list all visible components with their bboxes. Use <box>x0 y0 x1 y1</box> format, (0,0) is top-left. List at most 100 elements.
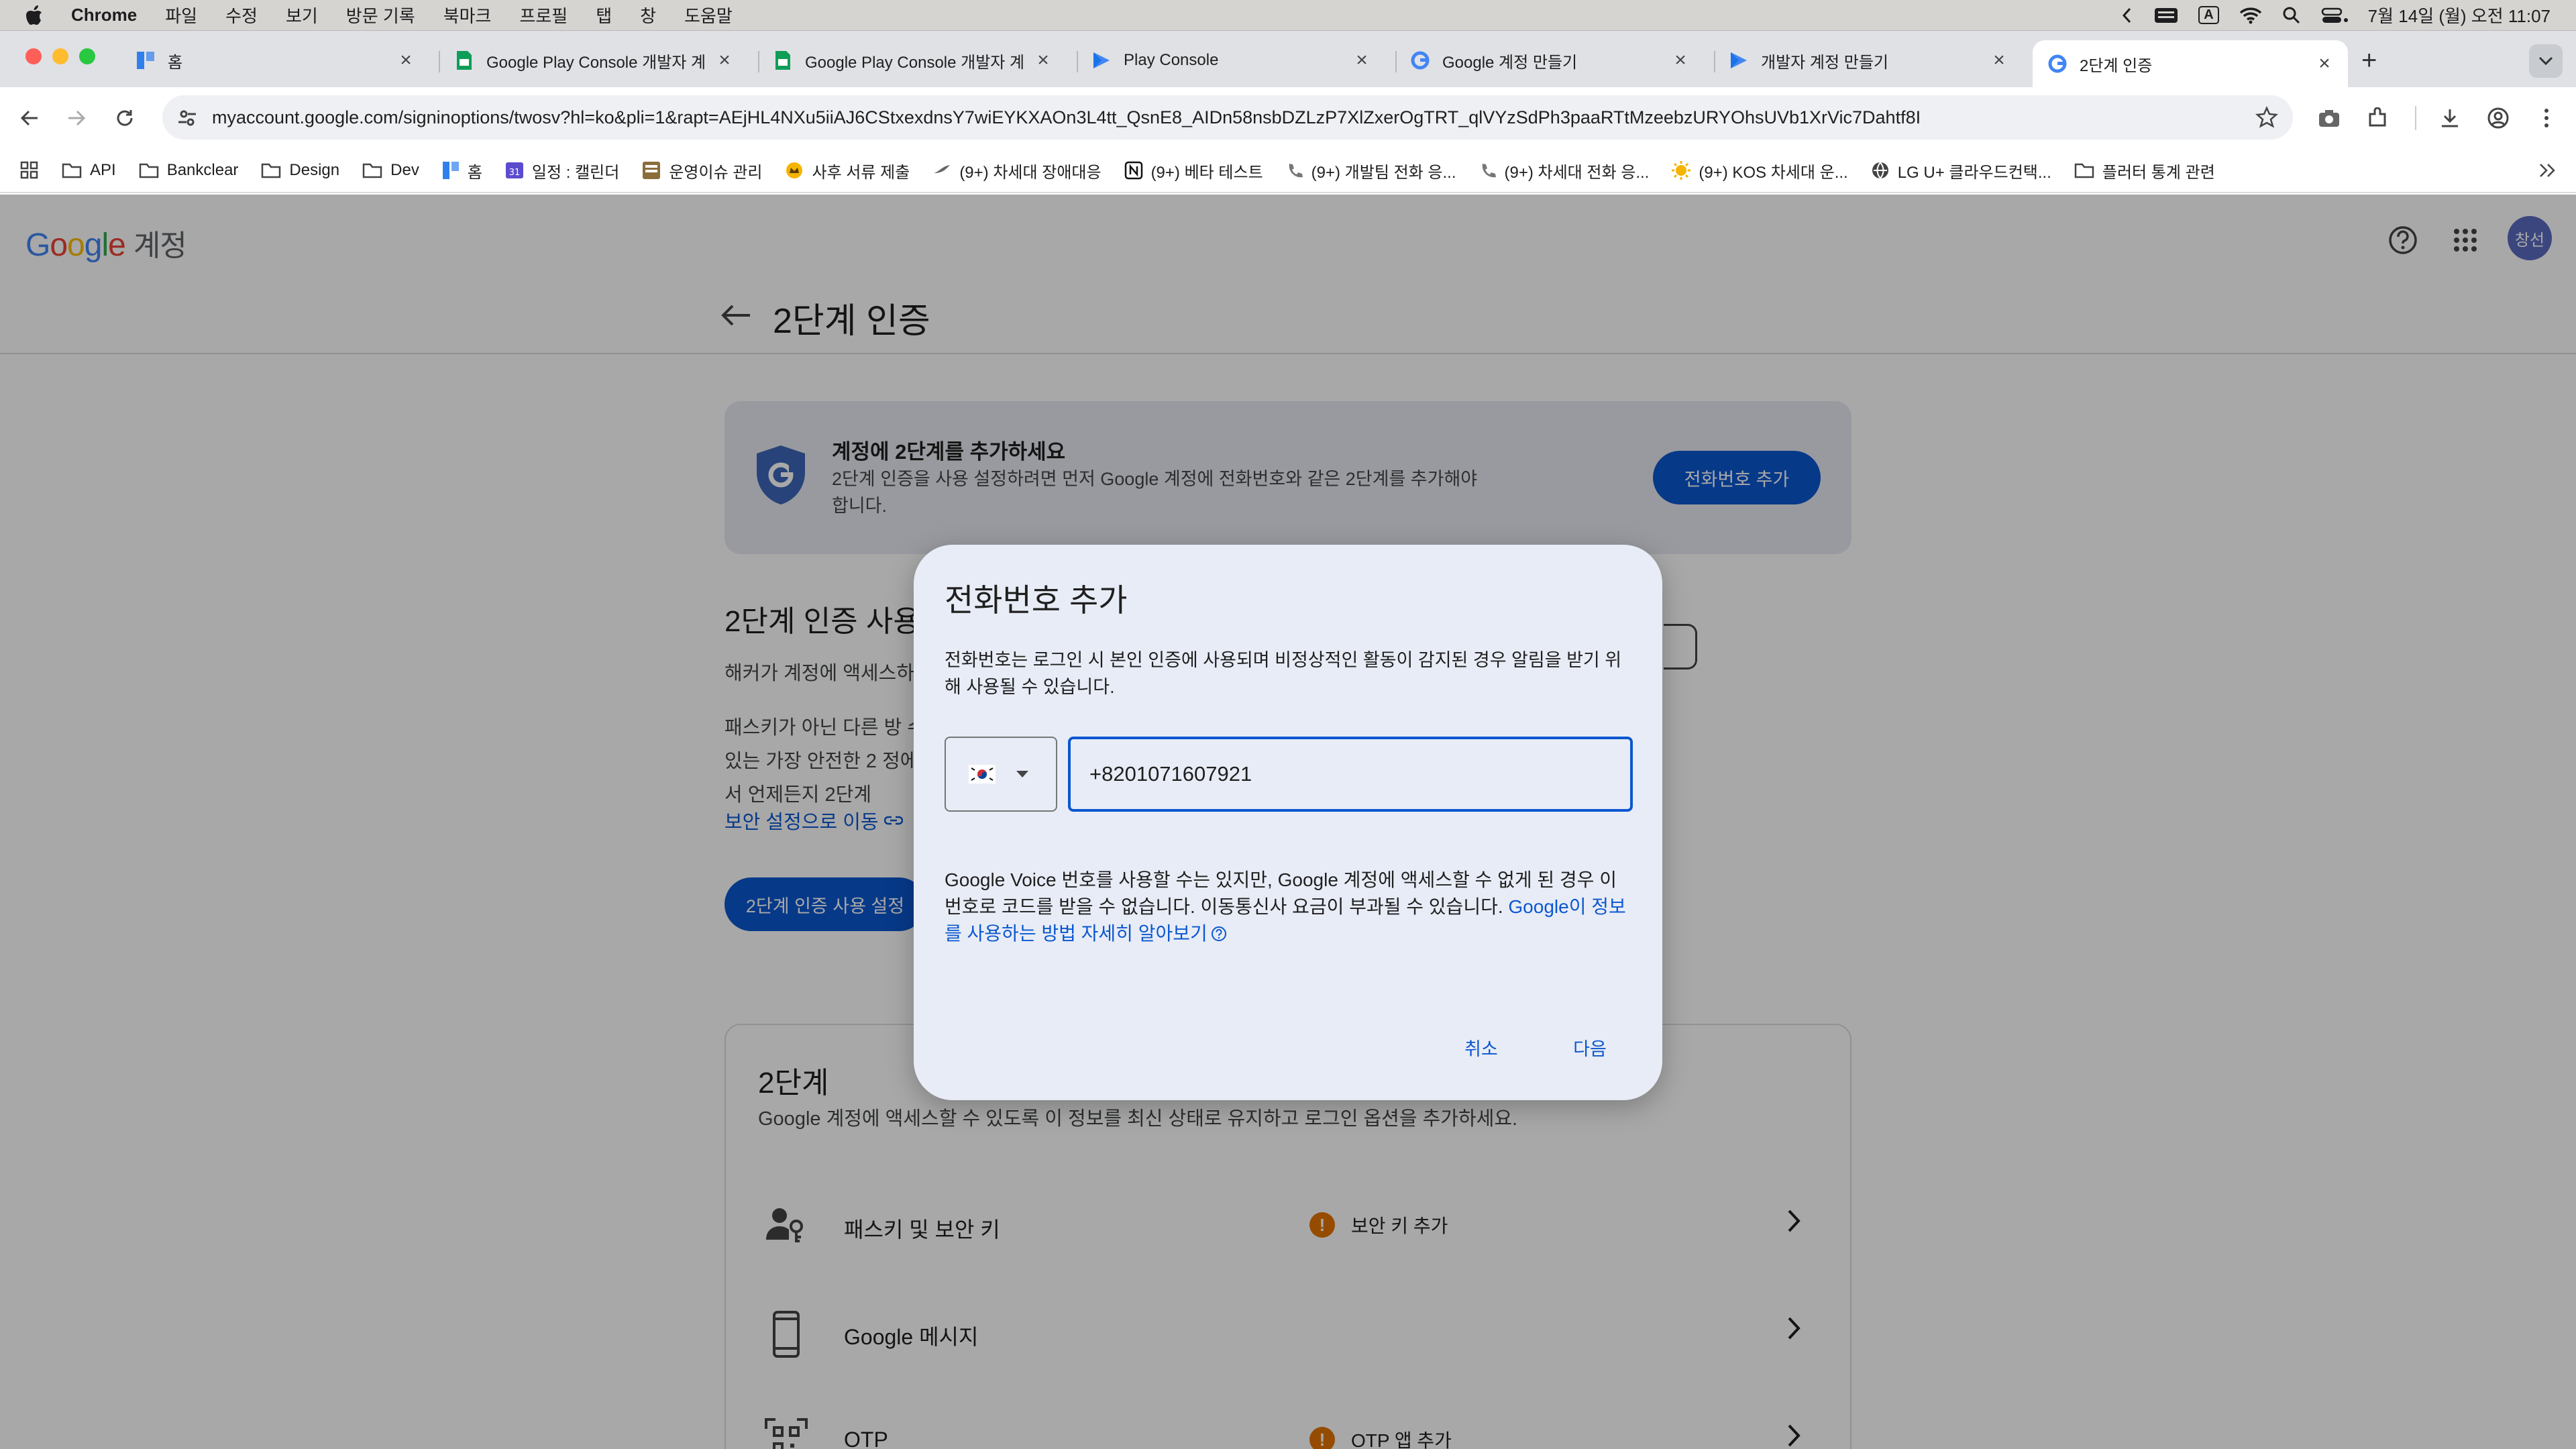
chevron-down-icon <box>2538 56 2553 66</box>
close-tab-icon[interactable]: × <box>716 49 733 72</box>
bookmark-item[interactable]: 플러터 통계 관련 <box>2074 159 2215 182</box>
sheets-icon <box>454 50 474 70</box>
menu-window[interactable]: 창 <box>640 3 656 28</box>
tab-title: Google Play Console 개발자 계 <box>486 53 706 72</box>
bookmark-item[interactable]: (9+) 차세대 전화 응... <box>1479 159 1649 182</box>
tab-create-developer-account[interactable]: 개발자 계정 만들기 × <box>1714 40 2023 80</box>
site-info-icon[interactable] <box>177 107 197 127</box>
notion-board-icon <box>442 162 459 179</box>
chevron-left-icon[interactable] <box>2121 7 2134 24</box>
reload-icon <box>117 110 133 126</box>
next-button[interactable]: 다음 <box>1550 1022 1630 1072</box>
tab-title: 2단계 인증 <box>2080 56 2153 75</box>
tab-create-google-account[interactable]: Google 계정 만들기 × <box>1395 40 1704 80</box>
tab-home[interactable]: 홈 × <box>121 40 429 80</box>
sheets-icon <box>773 50 793 70</box>
new-tab-button[interactable]: + <box>2361 46 2377 76</box>
back-button[interactable] <box>12 101 47 136</box>
menu-tab[interactable]: 탭 <box>596 3 612 28</box>
notion-board-icon <box>136 50 156 70</box>
sun-icon <box>1672 161 1691 180</box>
close-tab-icon[interactable]: × <box>397 49 415 72</box>
close-window-button[interactable] <box>25 48 42 64</box>
chevron-down-icon <box>1016 770 1029 778</box>
close-tab-icon[interactable]: × <box>2316 52 2333 75</box>
tab-title: 개발자 계정 만들기 <box>1761 53 1888 72</box>
board-icon <box>643 162 661 179</box>
folder-icon <box>62 163 82 178</box>
forward-button[interactable] <box>59 101 94 136</box>
bookmark-item[interactable]: (9+) KOS 차세대 운... <box>1672 159 1848 182</box>
bookmark-item[interactable]: 홈 <box>442 159 482 182</box>
spotlight-search-icon[interactable] <box>2282 6 2301 25</box>
tab-search-button[interactable] <box>2529 44 2563 78</box>
chrome-toolbar: myaccount.google.com/signinoptions/twosv… <box>0 87 2576 149</box>
tab-title: Play Console <box>1124 51 1219 69</box>
downloads-icon[interactable] <box>2432 101 2467 136</box>
close-tab-icon[interactable]: × <box>1990 49 2008 72</box>
tab-play-console[interactable]: Play Console × <box>1077 40 1385 80</box>
bookmark-item[interactable]: (9+) 개발팀 전화 응... <box>1286 159 1456 182</box>
bookmark-item[interactable]: 사후 서류 제출 <box>785 159 910 182</box>
input-source-indicator[interactable]: A <box>2198 6 2219 24</box>
keyboard-icon[interactable] <box>2154 7 2178 24</box>
menu-history[interactable]: 방문 기록 <box>346 3 415 28</box>
folder-icon <box>362 163 382 178</box>
menubar-clock[interactable]: 7월 14일 (월) 오전 11:07 <box>2368 3 2551 28</box>
reload-button[interactable] <box>107 101 142 136</box>
cancel-button[interactable]: 취소 <box>1441 1022 1521 1072</box>
menu-view[interactable]: 보기 <box>286 3 318 28</box>
bookmark-item[interactable]: Dev <box>362 161 419 180</box>
menu-edit[interactable]: 수정 <box>225 3 258 28</box>
close-tab-icon[interactable]: × <box>1353 49 1371 72</box>
menu-help[interactable]: 도움말 <box>684 3 733 28</box>
help-circle-icon <box>1211 926 1226 941</box>
profile-icon[interactable] <box>2481 101 2516 136</box>
google-g-icon <box>2047 54 2068 74</box>
menu-app-name[interactable]: Chrome <box>71 5 137 25</box>
status-area: A 7월 14일 (월) 오전 11:07 <box>2121 3 2551 28</box>
extensions-icon[interactable] <box>2360 101 2395 136</box>
phone-icon <box>1482 164 1496 178</box>
bookmark-item[interactable]: Design <box>261 161 339 180</box>
country-code-select[interactable] <box>945 737 1057 812</box>
control-center-icon[interactable] <box>2321 7 2348 24</box>
bookmark-item[interactable]: (9+) 차세대 장애대응 <box>932 159 1102 182</box>
menu-bookmarks[interactable]: 북마크 <box>443 3 492 28</box>
dialog-title: 전화번호 추가 <box>945 582 1128 618</box>
tab-play-console-sheet-1[interactable]: Google Play Console 개발자 계 × <box>439 40 748 80</box>
wifi-icon[interactable] <box>2239 7 2262 24</box>
folder-icon <box>262 163 281 178</box>
address-bar[interactable]: myaccount.google.com/signinoptions/twosv… <box>162 95 2293 140</box>
bookmark-item[interactable]: 31 일정 : 캘린더 <box>505 159 619 182</box>
tab-2-step-verification[interactable]: 2단계 인증 × <box>2033 40 2348 87</box>
close-tab-icon[interactable]: × <box>1034 49 1052 72</box>
zoom-window-button[interactable] <box>79 48 95 64</box>
apps-grid-icon[interactable] <box>20 161 39 180</box>
more-bookmarks-icon[interactable] <box>2538 162 2556 178</box>
close-tab-icon[interactable]: × <box>1672 49 1689 72</box>
apple-icon[interactable] <box>25 5 43 25</box>
folder-icon <box>139 163 158 178</box>
minimize-window-button[interactable] <box>52 48 68 64</box>
bookmark-item[interactable]: API <box>62 161 116 180</box>
bird-icon <box>934 165 951 173</box>
bookmark-item[interactable]: 운영이슈 관리 <box>642 159 762 182</box>
chrome-menu-icon[interactable] <box>2529 101 2564 136</box>
tab-play-console-sheet-2[interactable]: Google Play Console 개발자 계 × <box>758 40 1067 80</box>
menu-file[interactable]: 파일 <box>165 3 197 28</box>
bookmark-item[interactable]: LG U+ 클라우드컨택... <box>1871 159 2051 182</box>
svg-text:31: 31 <box>509 168 521 178</box>
globe-icon <box>1872 162 1888 179</box>
phone-number-input[interactable]: +8201071607921 <box>1068 737 1633 812</box>
menu-profiles[interactable]: 프로필 <box>519 3 568 28</box>
google-g-icon <box>1410 50 1430 70</box>
url-text[interactable]: myaccount.google.com/signinoptions/twosv… <box>212 107 2238 128</box>
bookmark-item[interactable]: (9+) 베타 테스트 <box>1124 159 1263 182</box>
window-controls <box>25 48 95 64</box>
crown-icon <box>786 162 803 178</box>
macos-menubar: Chrome 파일 수정 보기 방문 기록 북마크 프로필 탭 창 도움말 A … <box>0 0 2576 31</box>
bookmark-item[interactable]: Bankclear <box>139 161 238 180</box>
bookmark-star-icon[interactable] <box>2255 106 2278 129</box>
screenshot-icon[interactable] <box>2312 101 2347 136</box>
